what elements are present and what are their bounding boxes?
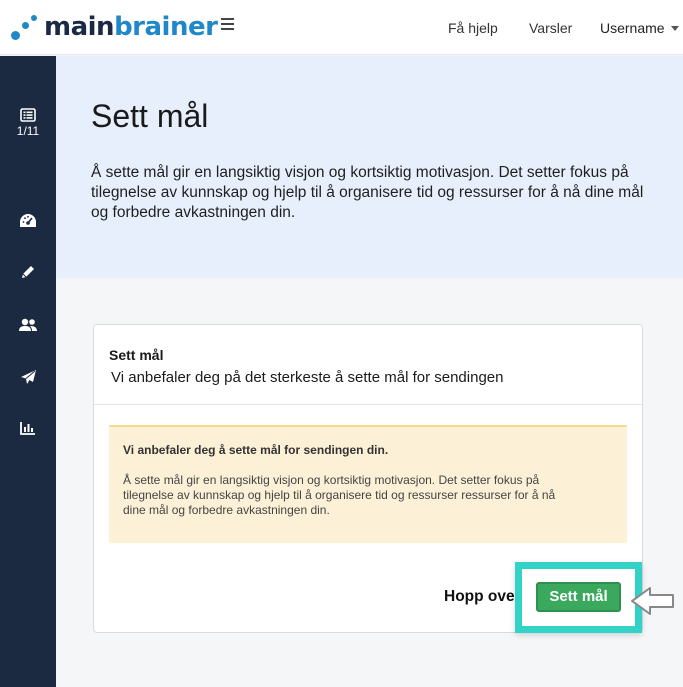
- page-description: Å sette mål gir en langsiktig visjon og …: [91, 164, 644, 221]
- sidebar-item-send[interactable]: [0, 369, 56, 385]
- card-subtitle: Vi anbefaler deg på det sterkeste å sett…: [111, 369, 504, 386]
- card-header: Sett mål Vi anbefaler deg på det sterkes…: [94, 325, 642, 405]
- set-goals-button[interactable]: Sett mål: [536, 582, 621, 612]
- sidebar-item-progress[interactable]: 1/11: [0, 108, 56, 138]
- sidebar: 1/11: [0, 56, 56, 687]
- paper-plane-icon: [20, 370, 36, 384]
- alert-title: Vi anbefaler deg å sette mål for sending…: [123, 443, 389, 457]
- sidebar-item-reports[interactable]: [0, 421, 56, 435]
- sidebar-item-dashboard[interactable]: [0, 213, 56, 229]
- page-title: Sett mål: [91, 98, 209, 134]
- mainbrainer-logo[interactable]: mainbrainer: [10, 12, 218, 42]
- skip-button[interactable]: Hopp ove: [444, 588, 515, 606]
- pointer-arrow-icon: [631, 587, 674, 615]
- user-menu-dropdown[interactable]: Username: [600, 20, 679, 36]
- alert-body: Å sette mål gir en langsiktig visjon og …: [123, 473, 556, 517]
- menu-toggle-icon[interactable]: [221, 17, 235, 31]
- nav-help-link[interactable]: Få hjelp: [448, 20, 498, 36]
- highlight-frame: Sett mål: [515, 562, 642, 633]
- top-navbar: mainbrainer Få hjelp Varsler Username: [0, 0, 683, 55]
- logo-dots-icon: [10, 13, 40, 41]
- logo-wordmark: mainbrainer: [44, 12, 218, 42]
- sidebar-item-edit[interactable]: [0, 264, 56, 280]
- dashboard-gauge-icon: [20, 214, 36, 227]
- list-icon: [20, 108, 36, 122]
- pencil-icon: [22, 266, 34, 278]
- nav-alerts-link[interactable]: Varsler: [529, 20, 572, 36]
- page-header: Sett mål Å sette mål gir en langsiktig v…: [56, 56, 683, 278]
- bar-chart-icon: [20, 422, 35, 435]
- recommendation-alert: Vi anbefaler deg å sette mål for sending…: [109, 425, 627, 543]
- username-label: Username: [600, 20, 665, 36]
- caret-down-icon: [670, 25, 679, 31]
- sidebar-item-users[interactable]: [0, 318, 56, 332]
- progress-counter: 1/11: [16, 124, 40, 138]
- users-icon: [19, 318, 37, 331]
- card-title: Sett mål: [109, 347, 164, 363]
